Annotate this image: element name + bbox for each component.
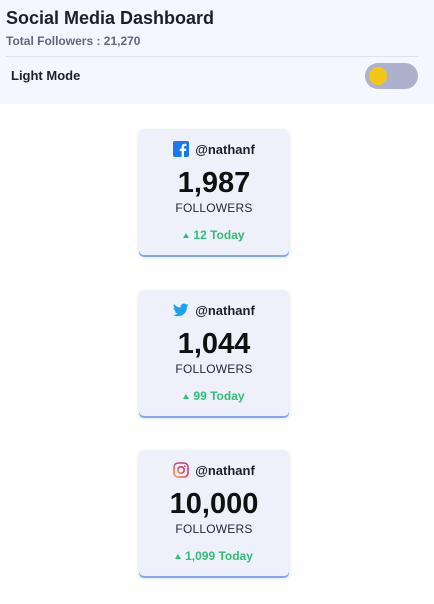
arrow-up-icon <box>175 553 182 559</box>
facebook-icon <box>173 141 190 157</box>
followers-label: FOLLOWERS <box>175 362 253 376</box>
toggle-knob <box>369 67 387 85</box>
facebook-card[interactable]: @nathanf 1,987 FOLLOWERS 12 Today <box>139 129 289 255</box>
header-divider <box>6 56 419 57</box>
followers-label: FOLLOWERS <box>175 201 253 215</box>
page-title: Social Media Dashboard <box>6 8 215 28</box>
twitter-icon <box>173 302 189 318</box>
today-change: 12 Today <box>139 228 289 242</box>
instagram-card[interactable]: @nathanf 10,000 FOLLOWERS 1,099 Today <box>139 450 289 576</box>
today-value: 12 Today <box>193 228 245 242</box>
card-handle: @nathanf <box>195 141 255 157</box>
mode-label: Light Mode <box>11 68 81 83</box>
followers-count: 1,987 <box>177 167 251 199</box>
followers-count: 1,044 <box>177 328 251 360</box>
today-change: 99 Today <box>139 389 289 403</box>
twitter-card[interactable]: @nathanf 1,044 FOLLOWERS 99 Today <box>139 290 289 416</box>
today-change: 1,099 Today <box>139 549 289 563</box>
arrow-up-icon <box>183 393 190 399</box>
card-handle: @nathanf <box>195 302 255 318</box>
total-followers: Total Followers : 21,270 <box>6 34 141 48</box>
today-value: 1,099 Today <box>185 549 253 563</box>
followers-count: 10,000 <box>169 488 259 520</box>
instagram-icon <box>173 462 189 478</box>
arrow-up-icon <box>183 232 190 238</box>
card-header: @nathanf <box>139 302 289 318</box>
today-value: 99 Today <box>193 389 245 403</box>
card-handle: @nathanf <box>195 462 255 478</box>
card-header: @nathanf <box>139 141 289 157</box>
card-header: @nathanf <box>139 462 289 478</box>
dashboard-header: Social Media Dashboard Total Followers :… <box>0 0 434 104</box>
followers-label: FOLLOWERS <box>175 522 253 536</box>
theme-toggle[interactable] <box>365 63 418 89</box>
